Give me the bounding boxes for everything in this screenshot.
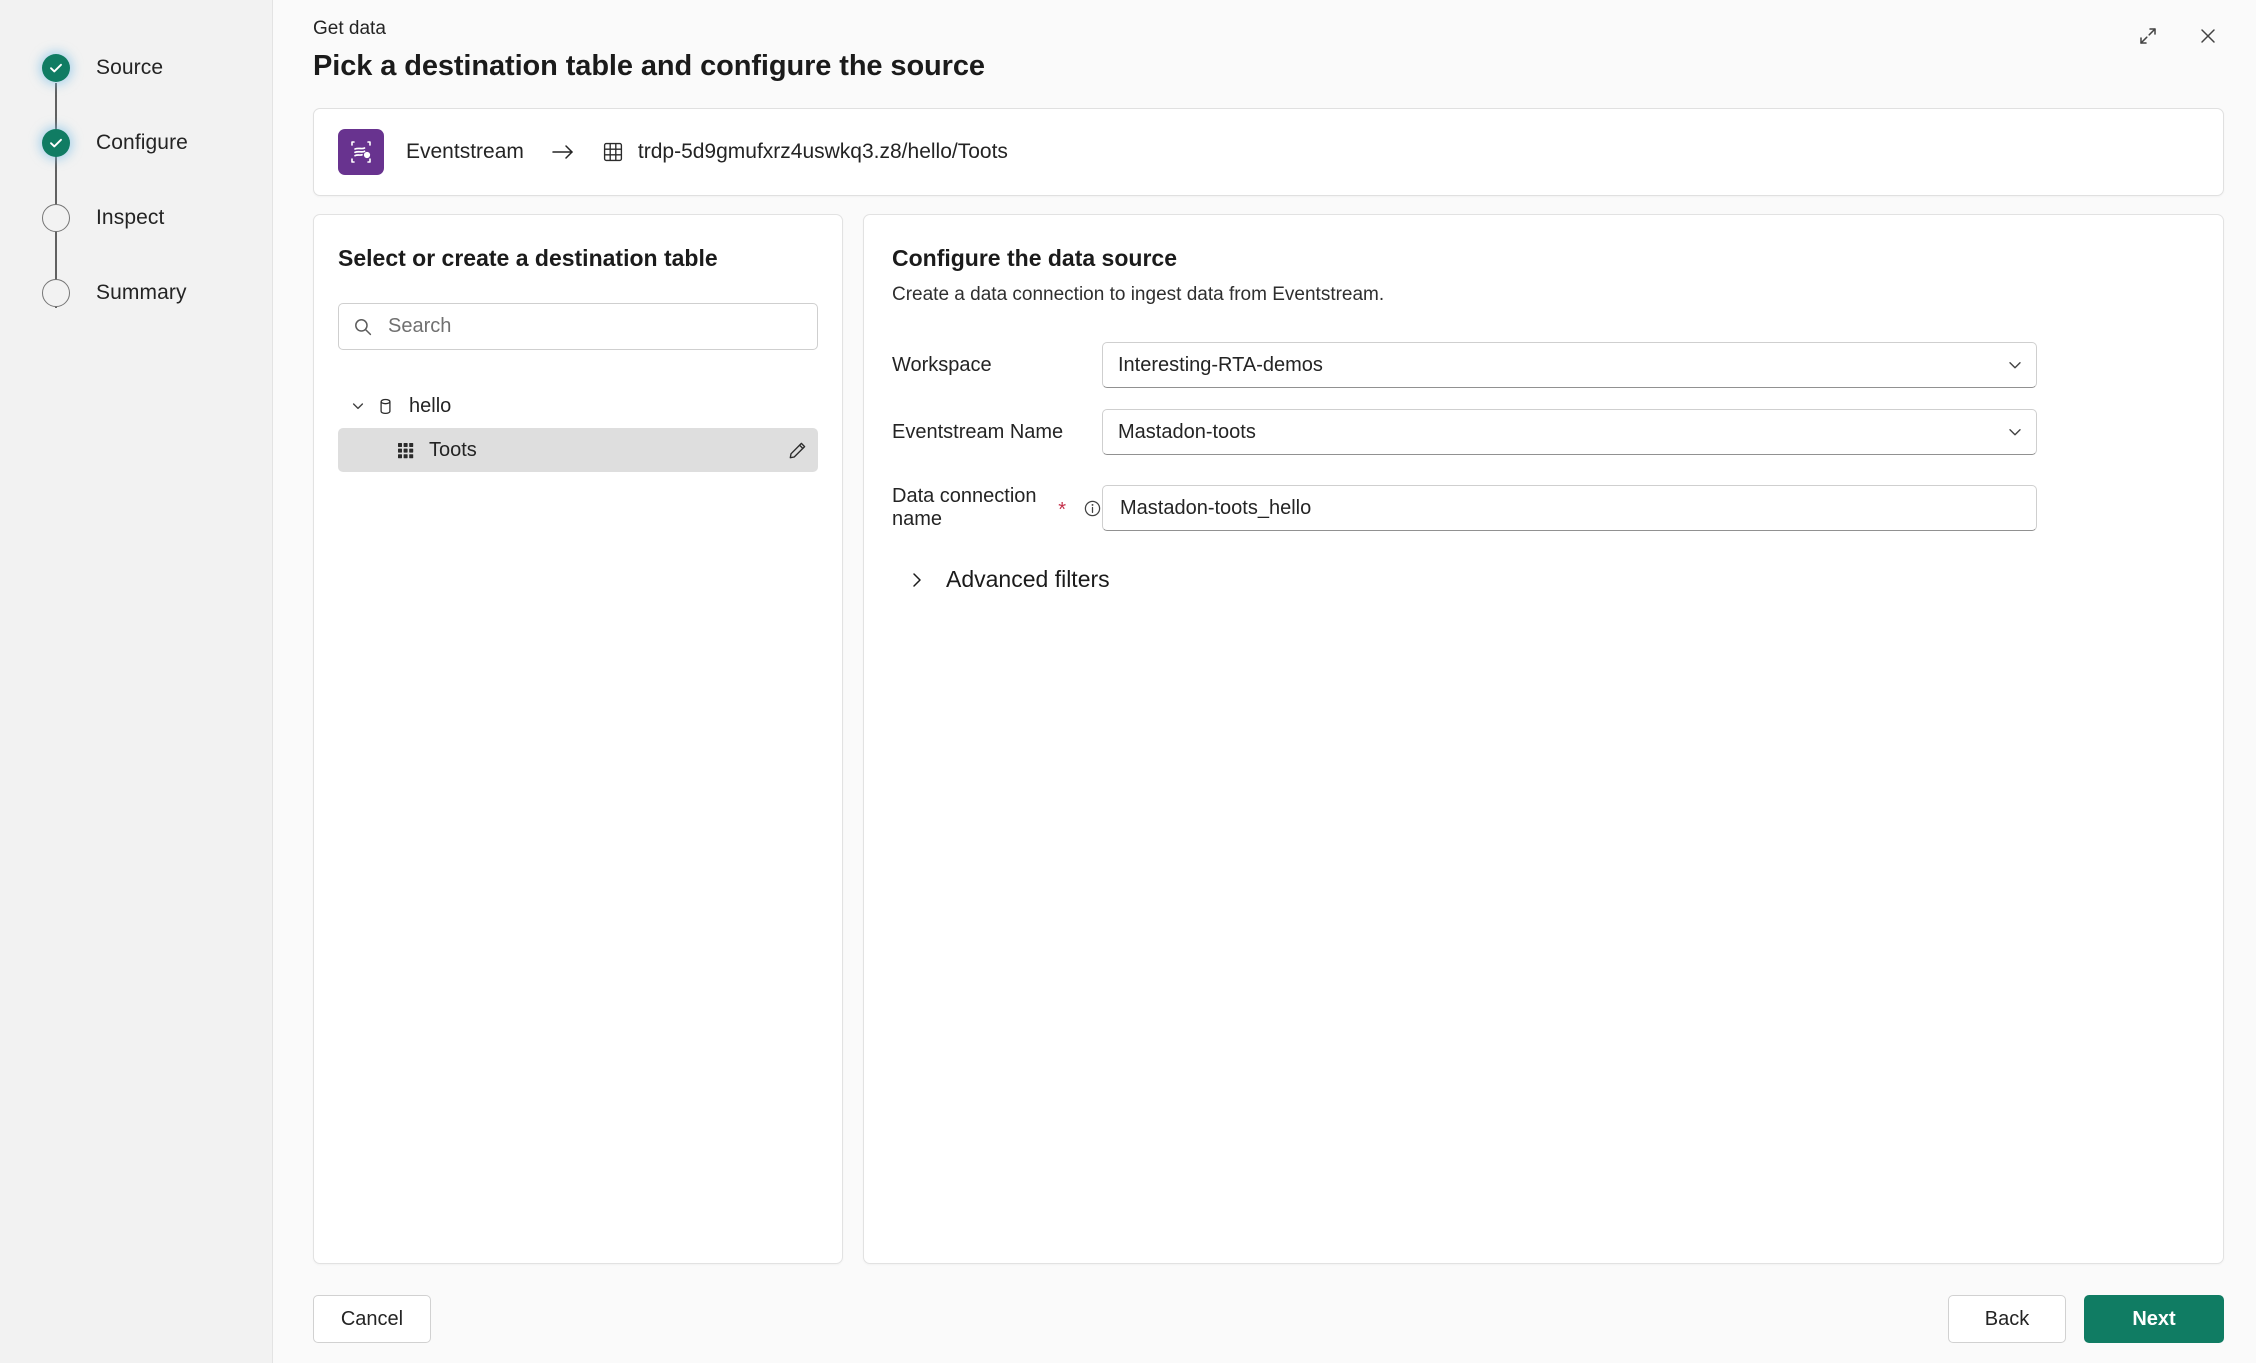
- table-grid-icon: [602, 141, 624, 163]
- destination-table-panel: Select or create a destination table Sea…: [313, 214, 843, 1264]
- window-buttons: [2126, 14, 2230, 58]
- right-panel-title: Configure the data source: [892, 245, 1177, 271]
- page-title: Pick a destination table and configure t…: [313, 50, 985, 82]
- cancel-button[interactable]: Cancel: [313, 1295, 431, 1343]
- wizard-step-configure[interactable]: Configure: [0, 105, 272, 180]
- eventstream-name-dropdown[interactable]: Mastadon-toots: [1102, 409, 2037, 455]
- wizard-step-summary[interactable]: Summary: [0, 255, 272, 330]
- destination-chip: trdp-5d9gmufxrz4uswkq3.z8/hello/Toots: [602, 140, 1008, 164]
- dialog-eyebrow: Get data: [313, 18, 386, 39]
- chevron-down-icon: [2006, 356, 2024, 374]
- left-panel-title: Select or create a destination table: [338, 245, 718, 271]
- field-eventstream-name: Eventstream Name Mastadon-toots: [892, 409, 2193, 455]
- wizard-steps: Source Configure Inspect Summary: [0, 30, 272, 330]
- check-circle-icon: [42, 128, 70, 157]
- data-source-form: Workspace Interesting-RTA-demos Eventstr…: [892, 342, 2193, 593]
- source-label: Eventstream: [406, 140, 524, 163]
- search-input[interactable]: [386, 314, 803, 339]
- empty-circle-icon: [42, 278, 70, 307]
- empty-circle-icon: [42, 203, 70, 232]
- wizard-step-label: Inspect: [96, 205, 165, 229]
- close-icon[interactable]: [2186, 14, 2230, 58]
- info-circle-icon[interactable]: [1083, 499, 1102, 518]
- wizard-connector-line: [55, 83, 58, 308]
- tree-node-label: hello: [409, 394, 452, 417]
- workspace-value: Interesting-RTA-demos: [1118, 353, 1323, 376]
- panels-row: Select or create a destination table Sea…: [313, 214, 2224, 1264]
- data-connection-name-label: Data connection name: [892, 485, 1037, 530]
- field-label: Data connection name *: [892, 485, 1102, 531]
- wizard-step-inspect[interactable]: Inspect: [0, 180, 272, 255]
- database-icon: [376, 397, 395, 416]
- wizard-step-label: Summary: [96, 280, 187, 304]
- source-destination-bar: Eventstream trdp-5d9gmufxrz4uswkq3.z8/he…: [313, 108, 2224, 196]
- dialog-main: Get data Pick a destination table and co…: [272, 0, 2256, 1363]
- workspace-label: Workspace: [892, 353, 992, 376]
- destination-path: trdp-5d9gmufxrz4uswkq3.z8/hello/Toots: [637, 140, 1008, 163]
- field-workspace: Workspace Interesting-RTA-demos: [892, 342, 2193, 388]
- tree-node-toots[interactable]: Toots: [338, 428, 818, 472]
- destination-table-tree: hello Toots: [338, 384, 818, 472]
- field-label: Eventstream Name: [892, 421, 1102, 444]
- tree-node-hello[interactable]: hello: [338, 384, 818, 428]
- wizard-step-label: Source: [96, 55, 164, 79]
- wizard-rail: Source Configure Inspect Summary: [0, 0, 272, 1363]
- footer-right-buttons: Back Next: [1948, 1295, 2224, 1343]
- table-grid-filled-icon: [396, 441, 415, 460]
- chevron-down-icon[interactable]: [350, 398, 376, 414]
- workspace-dropdown[interactable]: Interesting-RTA-demos: [1102, 342, 2037, 388]
- wizard-step-label: Configure: [96, 130, 188, 154]
- get-data-dialog: Source Configure Inspect Summary Get dat…: [0, 0, 2256, 1363]
- required-asterisk: *: [1058, 499, 1066, 521]
- search-icon: [353, 317, 373, 337]
- chevron-down-icon: [2006, 423, 2024, 441]
- expand-diagonal-icon[interactable]: [2126, 14, 2170, 58]
- dialog-header: Get data Pick a destination table and co…: [273, 0, 2256, 86]
- data-connection-name-input[interactable]: [1118, 495, 2024, 521]
- eventstream-name-value: Mastadon-toots: [1118, 420, 1256, 443]
- advanced-filters-toggle[interactable]: Advanced filters: [908, 566, 1110, 593]
- right-panel-subtitle: Create a data connection to ingest data …: [892, 284, 1385, 305]
- arrow-right-icon: [550, 142, 576, 162]
- eventstream-icon: [338, 129, 384, 175]
- search-box[interactable]: [338, 303, 818, 350]
- wizard-step-source[interactable]: Source: [0, 30, 272, 105]
- data-connection-name-field[interactable]: [1102, 485, 2037, 531]
- data-source-panel: Configure the data source Create a data …: [863, 214, 2224, 1264]
- dialog-footer: Cancel Back Next: [273, 1275, 2256, 1363]
- advanced-filters-label: Advanced filters: [946, 566, 1110, 592]
- field-label: Workspace: [892, 354, 1102, 377]
- back-button[interactable]: Back: [1948, 1295, 2066, 1343]
- eventstream-name-label: Eventstream Name: [892, 420, 1064, 443]
- field-data-connection-name: Data connection name *: [892, 485, 2193, 531]
- chevron-right-icon: [908, 570, 926, 590]
- pencil-edit-icon[interactable]: [787, 440, 808, 461]
- tree-node-label: Toots: [429, 438, 477, 461]
- check-circle-icon: [42, 53, 70, 82]
- next-button[interactable]: Next: [2084, 1295, 2224, 1343]
